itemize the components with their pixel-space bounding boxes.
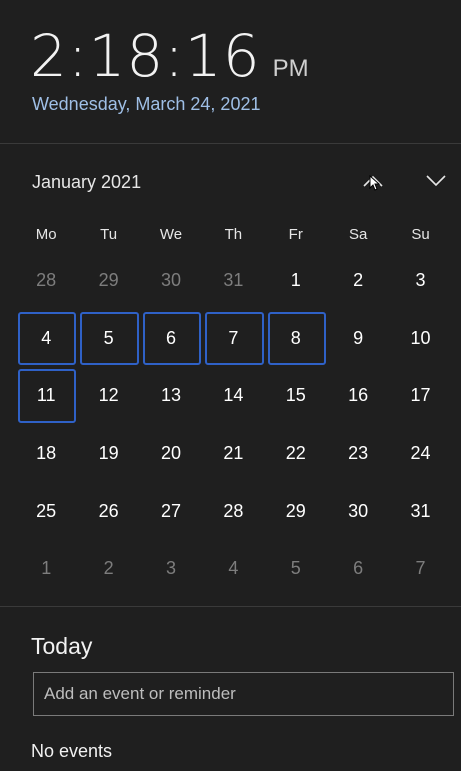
divider xyxy=(0,143,461,144)
chevron-down-icon xyxy=(426,175,446,187)
weekday-header: Tu xyxy=(100,225,118,243)
calendar-day[interactable]: 26 xyxy=(77,482,139,540)
calendar-day[interactable]: 10 xyxy=(389,310,451,368)
calendar-day[interactable]: 3 xyxy=(140,540,202,598)
calendar-day[interactable]: 12 xyxy=(77,367,139,425)
calendar-day[interactable]: 18 xyxy=(15,425,77,483)
current-date-link[interactable]: Wednesday, March 24, 2021 xyxy=(32,94,260,115)
calendar-day[interactable]: 2 xyxy=(327,252,389,310)
weekday-header: Mo xyxy=(35,225,57,243)
weekday-header: Fr xyxy=(288,225,303,243)
calendar-day[interactable]: 30 xyxy=(327,482,389,540)
calendar-day[interactable]: 6 xyxy=(327,540,389,598)
calendar-day[interactable]: 1 xyxy=(15,540,77,598)
calendar-day[interactable]: 5 xyxy=(77,310,140,368)
calendar-day[interactable]: 7 xyxy=(389,540,451,598)
calendar-day[interactable]: 15 xyxy=(265,367,327,425)
calendar-day[interactable]: 28 xyxy=(15,252,77,310)
calendar-day[interactable]: 9 xyxy=(327,310,389,368)
add-event-input[interactable] xyxy=(33,672,454,716)
month-label[interactable]: January 2021 xyxy=(32,172,141,193)
weekday-header: Sa xyxy=(348,225,368,243)
calendar-grid: Mo Tu We Th Fr Sa Su 28 29 30 31 1 2 3 4… xyxy=(15,216,452,598)
calendar-day[interactable]: 29 xyxy=(265,482,327,540)
calendar-day[interactable]: 31 xyxy=(202,252,264,310)
calendar-day[interactable]: 4 xyxy=(15,310,77,368)
calendar-day[interactable]: 1 xyxy=(265,252,327,310)
calendar-day[interactable]: 21 xyxy=(202,425,264,483)
calendar-day[interactable]: 19 xyxy=(77,425,139,483)
calendar-day[interactable]: 20 xyxy=(140,425,202,483)
clock-time: 2:18:16 xyxy=(30,22,261,90)
next-month-button[interactable] xyxy=(420,166,452,196)
clock-ampm: PM xyxy=(272,55,309,82)
calendar-day[interactable]: 31 xyxy=(389,482,451,540)
calendar-day[interactable]: 4 xyxy=(202,540,264,598)
today-section-title: Today xyxy=(31,633,93,659)
calendar-day[interactable]: 11 xyxy=(15,367,77,425)
clock: 2:18:16 PM xyxy=(30,22,309,90)
calendar-day[interactable]: 22 xyxy=(265,425,327,483)
weekday-header: Su xyxy=(411,225,430,243)
calendar-day[interactable]: 16 xyxy=(327,367,389,425)
calendar-day[interactable]: 29 xyxy=(77,252,139,310)
mouse-cursor-icon xyxy=(369,175,380,191)
calendar-day[interactable]: 30 xyxy=(140,252,202,310)
divider xyxy=(0,606,461,607)
calendar-day[interactable]: 24 xyxy=(389,425,451,483)
calendar-day[interactable]: 2 xyxy=(77,540,139,598)
calendar-day[interactable]: 28 xyxy=(202,482,264,540)
calendar-day[interactable]: 8 xyxy=(265,310,327,368)
no-events-text: No events xyxy=(31,741,113,761)
weekday-header: Th xyxy=(224,225,243,243)
calendar-day[interactable]: 27 xyxy=(140,482,202,540)
calendar-day[interactable]: 6 xyxy=(140,310,202,368)
weekday-header: We xyxy=(159,225,183,243)
calendar-day[interactable]: 3 xyxy=(389,252,451,310)
calendar-day[interactable]: 13 xyxy=(140,367,202,425)
calendar-day[interactable]: 17 xyxy=(389,367,451,425)
calendar-day[interactable]: 5 xyxy=(265,540,327,598)
calendar-day[interactable]: 7 xyxy=(202,310,264,368)
calendar-day[interactable]: 25 xyxy=(15,482,77,540)
calendar-day[interactable]: 14 xyxy=(202,367,264,425)
calendar-day[interactable]: 23 xyxy=(327,425,389,483)
